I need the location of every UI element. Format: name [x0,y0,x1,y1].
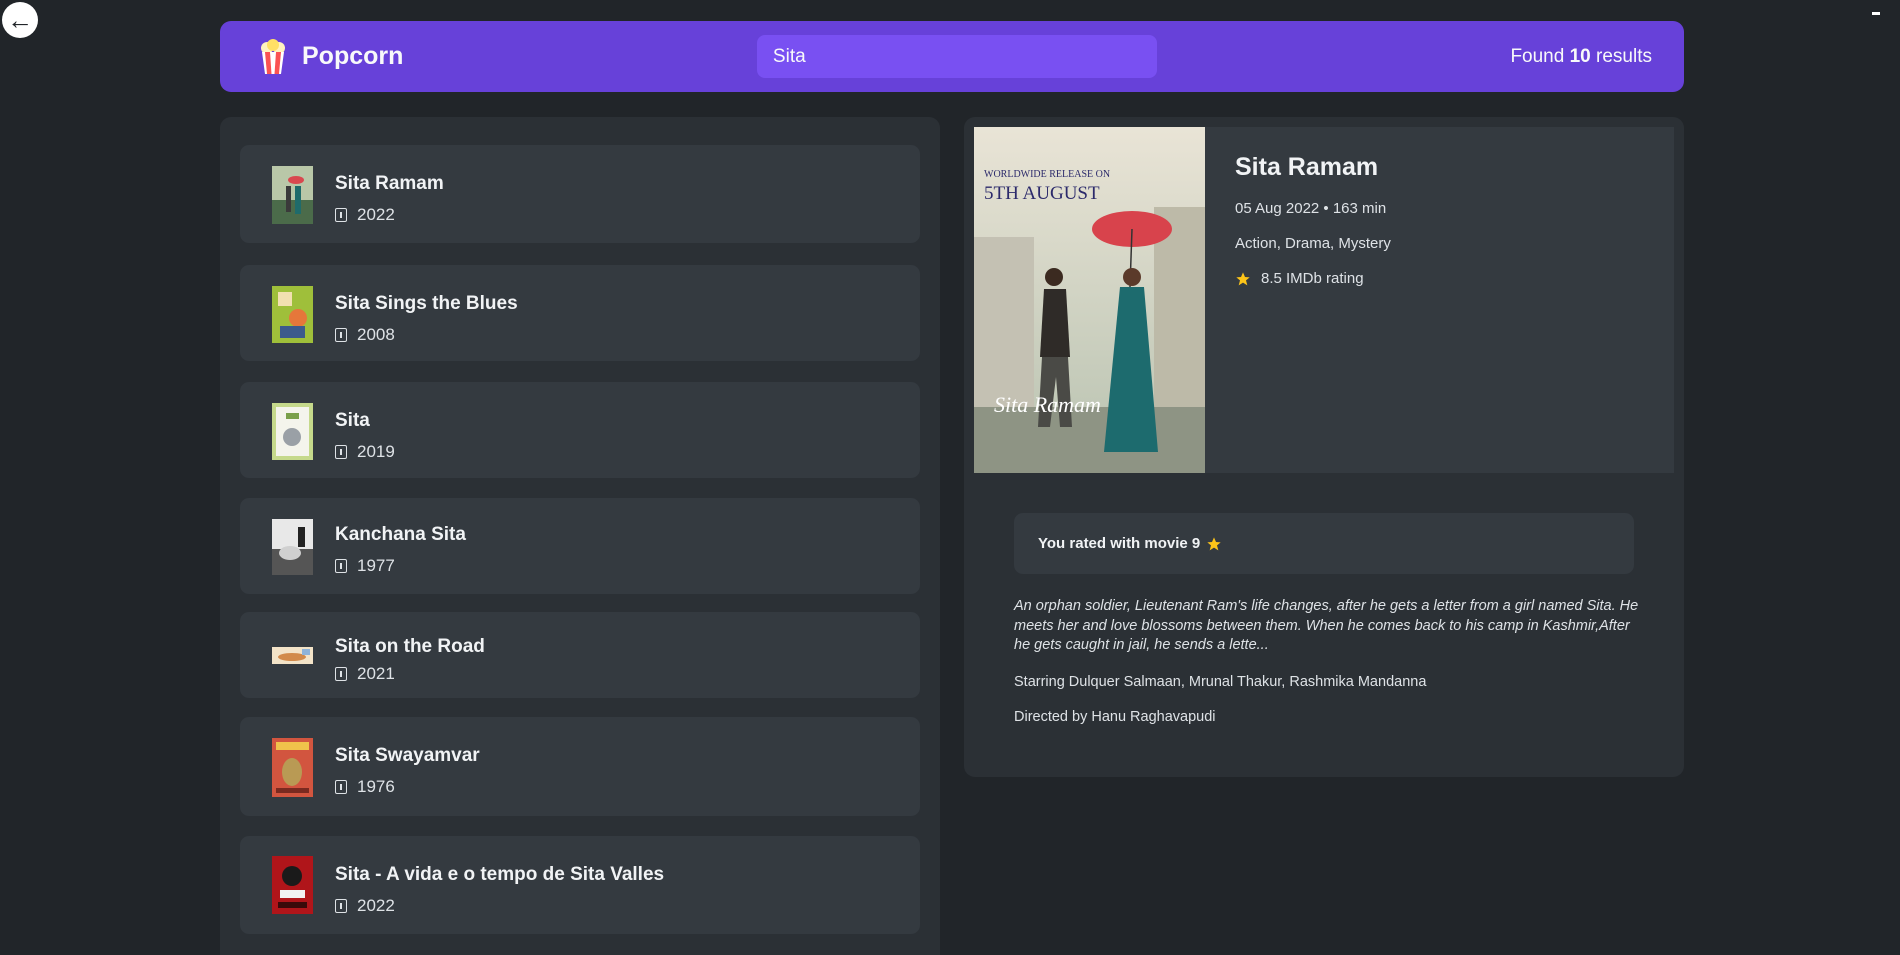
movie-list-item[interactable]: Sita Sings the Blues 2008 [240,265,920,361]
movie-year-text: 2022 [357,205,395,224]
movie-year: 2008 [335,325,518,345]
calendar-icon [335,667,347,681]
movie-year-text: 2019 [357,442,395,461]
user-rating-box: You rated with movie 9 [1014,513,1634,574]
movie-title: Sita on the Road [335,636,485,657]
poster-headline-1: WORLDWIDE RELEASE ON [984,169,1110,180]
genre: Action, Drama, Mystery [1235,235,1391,252]
calendar-icon [335,899,347,913]
movie-year-text: 1976 [357,777,395,796]
calendar-icon [335,445,347,459]
movie-year: 2021 [335,664,485,684]
logo-text: Popcorn [302,42,404,70]
calendar-icon [335,780,347,794]
movie-list-item[interactable]: Sita - A vida e o tempo de Sita Valles 2… [240,836,920,934]
movie-title: Sita Ramam [335,173,444,194]
movie-year: 2019 [335,442,395,462]
logo: Popcorn [258,38,404,75]
movie-list-item[interactable]: Sita Ramam 2022 [240,145,920,243]
movie-year-text: 2022 [357,896,395,915]
calendar-icon [335,559,347,573]
results-suffix: results [1596,45,1652,67]
movie-info: Sita Ramam 2022 [335,173,444,225]
results-count-text: Found 10 results [1510,46,1652,68]
results-prefix: Found [1510,45,1565,67]
movie-poster-thumbnail [272,166,313,224]
movie-list-item[interactable]: Sita on the Road 2021 [240,612,920,698]
left-arrow-icon: ← [7,5,33,35]
movie-info: Sita Swayamvar 1976 [335,745,480,797]
movie-year-text: 2021 [357,664,395,683]
movie-poster-thumbnail [272,856,313,914]
calendar-icon [335,208,347,222]
movie-year-text: 1977 [357,556,395,575]
movie-details-panel: WORLDWIDE RELEASE ON 5TH AUGUST Sita Ram… [964,117,1684,777]
movie-title: Sita [335,410,370,431]
movie-poster-thumbnail [272,403,313,460]
movie-info: Sita on the Road 2021 [335,636,485,684]
user-rating-text: You rated with movie 9 [1038,535,1201,552]
movie-plot: An orphan soldier, Lieutenant Ram's life… [1014,598,1639,653]
movie-title: Sita Sings the Blues [335,293,518,314]
back-button[interactable]: ← [2,2,38,38]
poster-logo-text: Sita Ramam [994,392,1101,417]
movie-list-item[interactable]: Sita Swayamvar 1976 [240,717,920,816]
star-icon [1207,536,1221,550]
star-icon [1236,271,1250,285]
movie-info: Kanchana Sita 1977 [335,524,466,576]
movie-poster-thumbnail [272,647,313,664]
calendar-icon [335,328,347,342]
movie-director: Directed by Hanu Raghavapudi [1014,709,1216,725]
movie-title: Sita - A vida e o tempo de Sita Valles [335,864,665,885]
minimize-mark [1872,12,1880,15]
movie-starring: Starring Dulquer Salmaan, Mrunal Thakur,… [1014,674,1427,690]
movie-year: 1976 [335,777,480,797]
movie-list-item[interactable]: Kanchana Sita 1977 [240,498,920,594]
navbar: Popcorn Found 10 results [220,21,1684,92]
movie-detail-title: Sita Ramam [1235,153,1379,181]
movie-poster-thumbnail [272,738,313,797]
movie-list-panel[interactable]: Sita Ramam 2022 Sita Sings the Blues 200… [220,117,940,955]
movie-title: Kanchana Sita [335,524,466,545]
results-count: 10 [1569,45,1591,67]
popcorn-icon [261,38,285,74]
movie-poster: WORLDWIDE RELEASE ON 5TH AUGUST Sita Ram… [974,127,1205,473]
imdb-rating-text: 8.5 IMDb rating [1261,270,1364,287]
movie-info: Sita 2019 [335,410,395,462]
movie-title: Sita Swayamvar [335,745,480,766]
search-input[interactable] [756,35,1157,78]
movie-info: Sita - A vida e o tempo de Sita Valles 2… [335,864,664,916]
details-header: WORLDWIDE RELEASE ON 5TH AUGUST Sita Ram… [974,127,1674,473]
movie-poster-thumbnail [272,519,313,575]
movie-year: 2022 [335,205,444,225]
poster-headline-2: 5TH AUGUST [984,183,1100,204]
movie-poster-thumbnail [272,286,313,343]
details-overview: Sita Ramam 05 Aug 2022 • 163 min Action,… [1205,127,1421,473]
imdb-rating: 8.5 IMDb rating [1235,270,1391,287]
movie-year: 2022 [335,896,664,916]
movie-list-item[interactable]: Sita 2019 [240,382,920,478]
movie-info: Sita Sings the Blues 2008 [335,293,518,345]
release-runtime: 05 Aug 2022 • 163 min [1235,200,1387,217]
movie-year-text: 2008 [357,325,395,344]
movie-year: 1977 [335,556,466,576]
